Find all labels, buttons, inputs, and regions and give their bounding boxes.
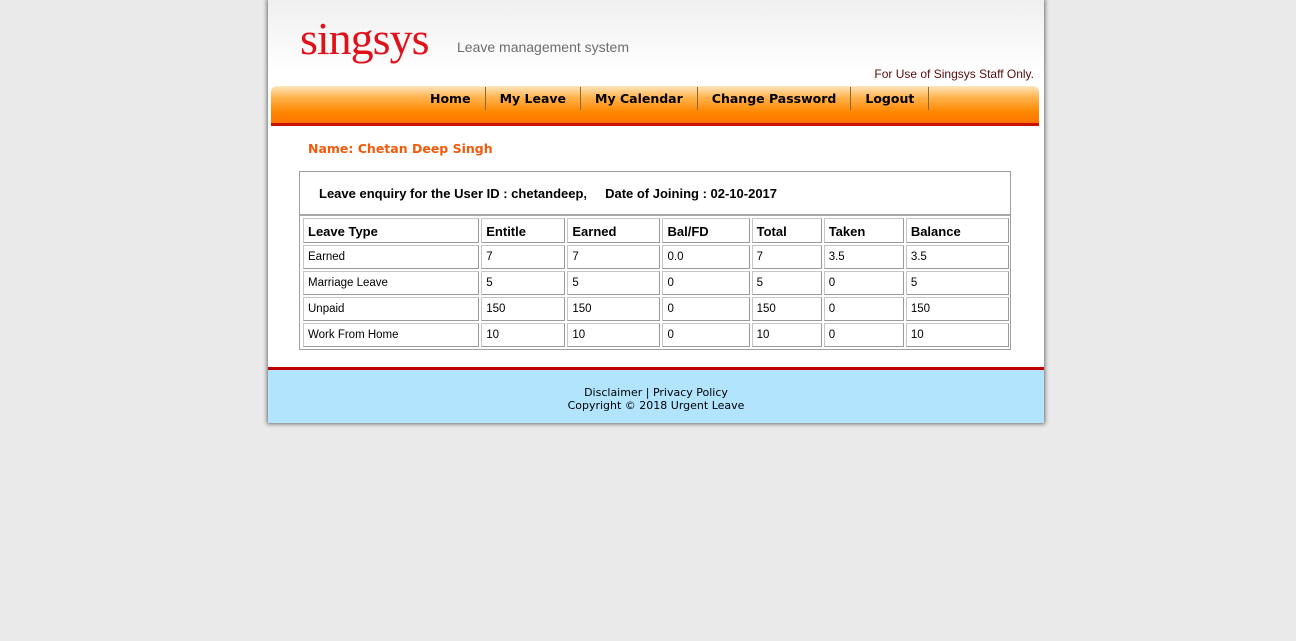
logo[interactable]: singsys — [300, 16, 429, 62]
cell-total: 5 — [751, 271, 822, 295]
nav-menu: Home My Leave My Calendar Change Passwor… — [419, 87, 930, 110]
cell-leave-type: Unpaid — [303, 297, 480, 321]
column-header-bal-fd: Bal/FD — [662, 218, 750, 243]
nav-item-my-leave[interactable]: My Leave — [486, 87, 582, 110]
column-header-balance: Balance — [905, 218, 1009, 243]
leave-enquiry-header: Leave enquiry for the User ID : chetande… — [300, 172, 1010, 216]
table-header-row: Leave Type Entitle Earned Bal/FD Total T… — [303, 218, 1009, 243]
cell-taken: 0 — [823, 297, 904, 321]
nav-item-home[interactable]: Home — [419, 87, 486, 110]
column-header-taken: Taken — [823, 218, 904, 243]
column-header-entitle: Entitle — [481, 218, 566, 243]
cell-earned: 7 — [567, 245, 661, 269]
cell-entitle: 7 — [481, 245, 566, 269]
nav-item-my-calendar[interactable]: My Calendar — [581, 87, 698, 110]
leave-enquiry-panel: Leave enquiry for the User ID : chetande… — [299, 171, 1011, 350]
tagline: Leave management system — [457, 39, 629, 55]
header: singsys Leave management system For Use … — [268, 0, 1044, 86]
cell-bal-fd: 0 — [662, 271, 750, 295]
cell-earned: 150 — [567, 297, 661, 321]
cell-bal-fd: 0 — [662, 323, 750, 347]
cell-balance: 5 — [905, 271, 1009, 295]
footer: Disclaimer | Privacy Policy Copyright © … — [268, 367, 1044, 423]
privacy-policy-link[interactable]: Privacy Policy — [653, 386, 728, 399]
cell-bal-fd: 0.0 — [662, 245, 750, 269]
cell-leave-type: Work From Home — [303, 323, 480, 347]
nav-item-logout[interactable]: Logout — [851, 87, 930, 110]
cell-bal-fd: 0 — [662, 297, 750, 321]
cell-entitle: 10 — [481, 323, 566, 347]
cell-earned: 5 — [567, 271, 661, 295]
column-header-earned: Earned — [567, 218, 661, 243]
cell-total: 10 — [751, 323, 822, 347]
cell-taken: 0 — [823, 271, 904, 295]
page-container: singsys Leave management system For Use … — [268, 0, 1044, 423]
leave-table: Leave Type Entitle Earned Bal/FD Total T… — [301, 216, 1011, 349]
copyright: Copyright © 2018 Urgent Leave — [567, 399, 745, 412]
cell-taken: 3.5 — [823, 245, 904, 269]
table-row: Unpaid 150 150 0 150 0 150 — [303, 297, 1009, 321]
cell-balance: 10 — [905, 323, 1009, 347]
footer-links: Disclaimer | Privacy Policy — [268, 386, 1044, 399]
cell-entitle: 5 — [481, 271, 566, 295]
disclaimer-link[interactable]: Disclaimer — [584, 386, 642, 399]
cell-total: 7 — [751, 245, 822, 269]
table-row: Marriage Leave 5 5 0 5 0 5 — [303, 271, 1009, 295]
nav-item-change-password[interactable]: Change Password — [698, 87, 852, 110]
cell-entitle: 150 — [481, 297, 566, 321]
cell-balance: 150 — [905, 297, 1009, 321]
nav-bar: Home My Leave My Calendar Change Passwor… — [271, 86, 1039, 126]
cell-leave-type: Earned — [303, 245, 480, 269]
cell-balance: 3.5 — [905, 245, 1009, 269]
table-row: Earned 7 7 0.0 7 3.5 3.5 — [303, 245, 1009, 269]
column-header-total: Total — [751, 218, 822, 243]
footer-separator: | — [642, 386, 653, 399]
column-header-leave-type: Leave Type — [303, 218, 480, 243]
table-row: Work From Home 10 10 0 10 0 10 — [303, 323, 1009, 347]
cell-total: 150 — [751, 297, 822, 321]
user-name: Name: Chetan Deep Singh — [308, 141, 493, 156]
cell-taken: 0 — [823, 323, 904, 347]
cell-leave-type: Marriage Leave — [303, 271, 480, 295]
staff-notice: For Use of Singsys Staff Only. — [874, 67, 1034, 81]
cell-earned: 10 — [567, 323, 661, 347]
